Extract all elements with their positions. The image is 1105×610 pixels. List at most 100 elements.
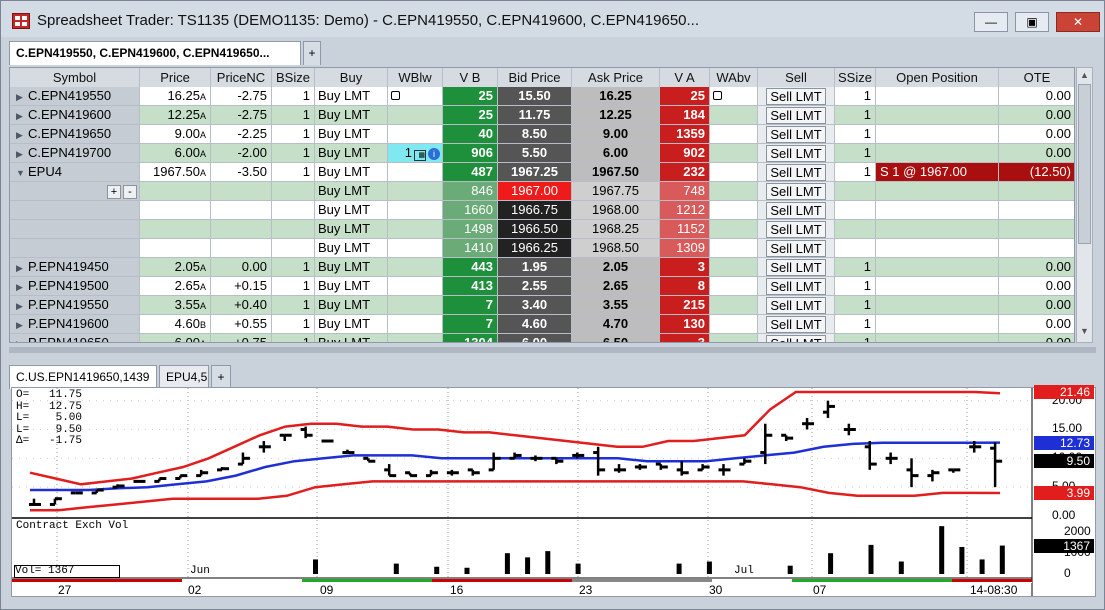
scroll-thumb[interactable]	[1078, 84, 1091, 244]
column-header-ask-price[interactable]: Ask Price	[572, 68, 660, 87]
buy-size-cell[interactable]	[272, 182, 315, 201]
column-header-open-position[interactable]: Open Position	[876, 68, 999, 87]
wbelow-cell[interactable]	[388, 239, 443, 258]
ask-price-cell[interactable]: 4.70	[572, 315, 660, 334]
buy-lmt-button[interactable]: Buy LMT	[318, 240, 370, 255]
wbelow-cell[interactable]	[388, 125, 443, 144]
wbelow-cell[interactable]	[388, 201, 443, 220]
expand-toggle-icon[interactable]: ▶	[16, 335, 28, 342]
symbol-cell[interactable]: ▶ P.EPN419500	[10, 277, 140, 296]
wabove-cell[interactable]	[710, 125, 758, 144]
close-button[interactable]: ✕	[1056, 12, 1100, 32]
sell-lmt-button[interactable]: Sell LMT	[766, 316, 826, 333]
pane-splitter[interactable]	[9, 347, 1096, 353]
column-header-wblw[interactable]: WBlw	[388, 68, 443, 87]
grid-vertical-scrollbar[interactable]: ▲ ▼	[1076, 67, 1093, 343]
symbol-cell[interactable]: ▶ P.EPN419550	[10, 296, 140, 315]
sell-lmt-button[interactable]: Sell LMT	[766, 259, 826, 276]
wbelow-cell[interactable]	[388, 296, 443, 315]
wbelow-cell[interactable]	[388, 334, 443, 342]
sell-size-cell[interactable]: 1	[835, 334, 876, 342]
add-chart-tab-button[interactable]: +	[211, 365, 231, 389]
wabove-cell[interactable]	[710, 277, 758, 296]
info-icon[interactable]: i	[428, 148, 440, 160]
buy-size-cell[interactable]: 1	[272, 106, 315, 125]
sell-lmt-button[interactable]: Sell LMT	[766, 126, 826, 143]
sell-lmt-button[interactable]: Sell LMT	[766, 335, 826, 342]
buy-size-cell[interactable]: 1	[272, 296, 315, 315]
sell-size-cell[interactable]: 1	[835, 258, 876, 277]
buy-size-cell[interactable]: 1	[272, 258, 315, 277]
buy-lmt-button[interactable]: Buy LMT	[318, 297, 370, 312]
sell-size-cell[interactable]	[835, 239, 876, 258]
ask-price-cell[interactable]: 2.65	[572, 277, 660, 296]
ask-price-cell[interactable]: 9.00	[572, 125, 660, 144]
ask-price-cell[interactable]: 3.55	[572, 296, 660, 315]
expand-toggle-icon[interactable]: ▼	[16, 164, 28, 181]
buy-lmt-button[interactable]: Buy LMT	[318, 202, 370, 217]
wabove-cell[interactable]	[710, 239, 758, 258]
ask-price-cell[interactable]: 1967.75	[572, 182, 660, 201]
sell-lmt-button[interactable]: Sell LMT	[766, 240, 826, 257]
wbelow-cell[interactable]: 1 ▦ i	[388, 144, 443, 163]
sell-lmt-button[interactable]: Sell LMT	[766, 297, 826, 314]
wabove-cell[interactable]	[710, 258, 758, 277]
bid-price-cell[interactable]: 2.55	[498, 277, 572, 296]
expand-toggle-icon[interactable]: ▶	[16, 107, 28, 124]
buy-lmt-button[interactable]: Buy LMT	[318, 259, 370, 274]
symbol-cell[interactable]: ▶ C.EPN419550	[10, 87, 140, 106]
column-header-ssize[interactable]: SSize	[835, 68, 876, 87]
buy-lmt-button[interactable]: Buy LMT	[318, 221, 370, 236]
buy-lmt-button[interactable]: Buy LMT	[318, 88, 370, 103]
ask-price-cell[interactable]: 1968.50	[572, 239, 660, 258]
bid-price-cell[interactable]: 11.75	[498, 106, 572, 125]
bid-price-cell[interactable]: 1966.25	[498, 239, 572, 258]
ask-price-cell[interactable]: 1968.25	[572, 220, 660, 239]
buy-size-cell[interactable]: 1	[272, 87, 315, 106]
wbelow-cell[interactable]	[388, 106, 443, 125]
expand-toggle-icon[interactable]: ▶	[16, 259, 28, 276]
depth-collapse-button[interactable]: -	[123, 185, 137, 199]
sell-size-cell[interactable]: 1	[835, 87, 876, 106]
bid-price-cell[interactable]: 8.50	[498, 125, 572, 144]
bid-price-cell[interactable]: 4.60	[498, 315, 572, 334]
order-ticket-icon[interactable]: ▦	[414, 150, 426, 161]
sell-size-cell[interactable]	[835, 201, 876, 220]
symbol-cell[interactable]: ▶P.EPN419650	[10, 334, 140, 342]
ask-price-cell[interactable]: 1967.50	[572, 163, 660, 182]
symbol-cell[interactable]: ▶ C.EPN419600	[10, 106, 140, 125]
column-header-ote[interactable]: OTE	[999, 68, 1074, 87]
column-header-symbol[interactable]: Symbol	[10, 68, 140, 87]
wabove-cell[interactable]	[710, 201, 758, 220]
bid-price-cell[interactable]: 1966.75	[498, 201, 572, 220]
scroll-up-icon[interactable]: ▲	[1080, 70, 1089, 80]
buy-size-cell[interactable]: 1	[272, 277, 315, 296]
symbol-cell[interactable]: + -	[10, 182, 140, 201]
wbelow-cell[interactable]	[388, 163, 443, 182]
tab-chart-option[interactable]: C.US.EPN1419650,1439	[9, 365, 157, 389]
scroll-down-icon[interactable]: ▼	[1080, 326, 1089, 336]
wabove-cell[interactable]	[710, 106, 758, 125]
wabove-cell[interactable]	[710, 182, 758, 201]
buy-lmt-button[interactable]: Buy LMT	[318, 145, 370, 160]
symbol-cell[interactable]: ▶ C.EPN419650	[10, 125, 140, 144]
buy-lmt-button[interactable]: Buy LMT	[318, 164, 370, 179]
chart-canvas[interactable]	[12, 388, 1095, 596]
tab-chart-epu4[interactable]: EPU4,5	[159, 365, 209, 389]
column-header-price[interactable]: Price	[140, 68, 211, 87]
expand-toggle-icon[interactable]: ▶	[16, 316, 28, 333]
sell-lmt-button[interactable]: Sell LMT	[766, 221, 826, 238]
expand-toggle-icon[interactable]: ▶	[16, 126, 28, 143]
bid-price-cell[interactable]: 3.40	[498, 296, 572, 315]
column-header-bid-price[interactable]: Bid Price	[498, 68, 572, 87]
bid-price-cell[interactable]: 1.95	[498, 258, 572, 277]
ask-price-cell[interactable]: 6.00	[572, 144, 660, 163]
symbol-cell[interactable]: ▶ C.EPN419700	[10, 144, 140, 163]
sell-lmt-button[interactable]: Sell LMT	[766, 107, 826, 124]
buy-size-cell[interactable]: 1	[272, 163, 315, 182]
buy-lmt-button[interactable]: Buy LMT	[318, 316, 370, 331]
column-header-bsize[interactable]: BSize	[272, 68, 315, 87]
buy-size-cell[interactable]	[272, 201, 315, 220]
wbelow-cell[interactable]	[388, 315, 443, 334]
buy-size-cell[interactable]: 1	[272, 315, 315, 334]
